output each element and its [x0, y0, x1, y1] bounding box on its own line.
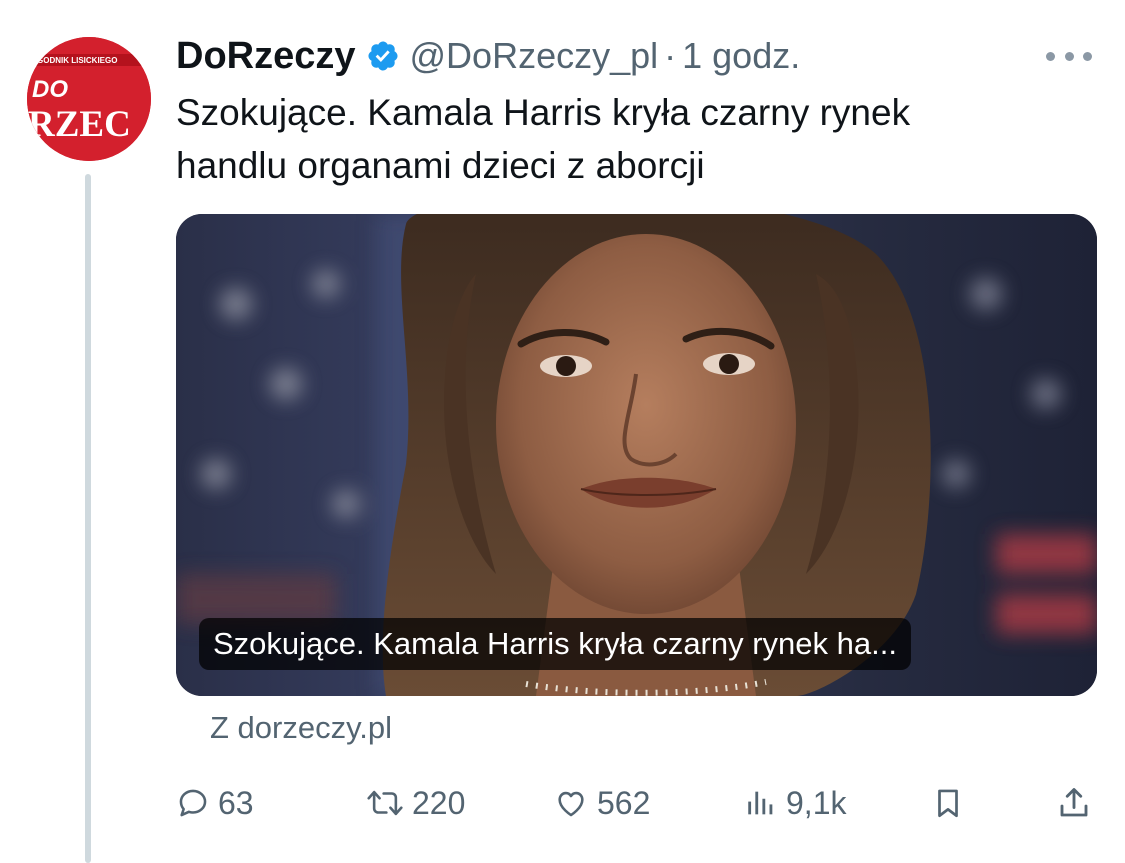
heart-icon: [558, 791, 584, 817]
link-preview-card[interactable]: Szokujące. Kamala Harris kryła czarny ry…: [176, 214, 1097, 696]
dorzeczy-logo: GODNIK LISICKIEGO DO RZEC: [27, 37, 151, 161]
card-source-link[interactable]: Z dorzeczy.pl: [210, 710, 392, 746]
tweet-text-line-1: Szokujące. Kamala Harris kryła czarny ry…: [176, 92, 911, 133]
bookmark-button[interactable]: [931, 776, 965, 830]
card-title-overlay: Szokujące. Kamala Harris kryła czarny ry…: [199, 618, 911, 670]
reply-count: 63: [218, 784, 254, 821]
tweet-text: Szokujące. Kamala Harris kryła czarny ry…: [176, 86, 1076, 192]
like-count: 562: [597, 784, 651, 821]
retweet-button[interactable]: 220: [366, 776, 465, 830]
share-button[interactable]: [1056, 776, 1092, 830]
views-icon: [748, 791, 773, 815]
avatar-logo-top: GODNIK LISICKIEGO: [37, 56, 117, 65]
like-button[interactable]: 562: [553, 776, 650, 830]
header-separator: ·: [664, 35, 677, 76]
share-icon: [1060, 788, 1088, 817]
retweet-count: 220: [412, 784, 466, 821]
avatar-logo-bottom: RZEC: [28, 104, 131, 145]
verified-badge-icon: [366, 39, 400, 73]
views-button[interactable]: 9,1k: [744, 776, 846, 830]
author-avatar[interactable]: GODNIK LISICKIEGO DO RZEC: [27, 37, 151, 161]
author-display-name[interactable]: DoRzeczy: [176, 35, 356, 78]
tweet-header: DoRzeczy @DoRzeczy_pl · 1 godz.: [176, 30, 800, 82]
tweet-text-line-2: handlu organami dzieci z aborcji: [176, 145, 705, 186]
tweet-action-bar: 63 220 562 9,1k: [176, 776, 1097, 830]
tweet-timestamp[interactable]: 1 godz.: [682, 35, 800, 77]
thread-line: [85, 174, 91, 863]
avatar-logo-mid: DO: [32, 76, 68, 103]
bookmark-icon: [938, 789, 958, 818]
reply-icon: [179, 789, 207, 817]
views-count: 9,1k: [786, 784, 847, 821]
more-options-icon[interactable]: [1046, 46, 1092, 66]
reply-button[interactable]: 63: [176, 776, 254, 830]
author-handle[interactable]: @DoRzeczy_pl: [410, 35, 659, 77]
retweet-icon: [367, 790, 403, 816]
